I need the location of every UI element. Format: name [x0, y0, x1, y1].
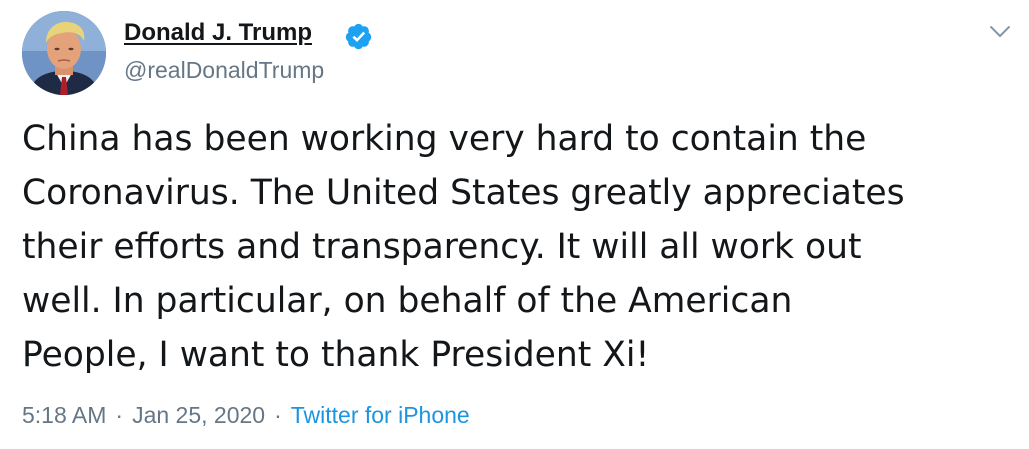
author-display-name[interactable]: Donald J. Trump — [124, 19, 312, 47]
tweet-text-line: their efforts and transparency. It will … — [22, 227, 862, 267]
tweet-date[interactable]: Jan 25, 2020 — [132, 402, 265, 428]
tweet-text-line: Coronavirus. The United States greatly a… — [22, 173, 905, 213]
tweet-text-line: People, I want to thank President Xi! — [22, 335, 650, 375]
meta-separator: · — [115, 402, 124, 428]
tweet-card: Donald J. Trump @realDonaldTrump China h… — [0, 0, 1029, 449]
tweet-text-line: well. In particular, on behalf of the Am… — [22, 281, 793, 321]
verified-badge-icon — [345, 23, 372, 50]
author-handle[interactable]: @realDonaldTrump — [124, 56, 324, 84]
tweet-text: China has been working very hard to cont… — [22, 112, 1012, 382]
avatar[interactable] — [22, 11, 106, 95]
tweet-metadata: 5:18 AM · Jan 25, 2020 · Twitter for iPhone — [22, 400, 470, 430]
tweet-text-line: China has been working very hard to cont… — [22, 119, 867, 159]
meta-separator: · — [274, 402, 282, 428]
avatar-image — [22, 11, 106, 95]
chevron-down-icon[interactable] — [985, 21, 1015, 43]
tweet-source-link[interactable]: Twitter for iPhone — [291, 402, 470, 428]
tweet-time[interactable]: 5:18 AM — [22, 402, 106, 428]
